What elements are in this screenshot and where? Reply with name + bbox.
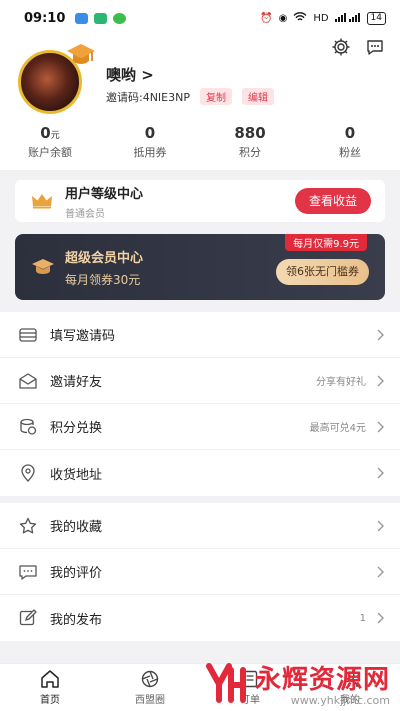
comment-icon xyxy=(18,562,38,582)
stat-value: 0 xyxy=(344,124,356,142)
stat-balance[interactable]: 0元 账户余额 xyxy=(0,124,100,160)
chevron-right-icon xyxy=(377,375,384,386)
location-icon xyxy=(18,463,38,483)
menu-item-invite-code[interactable]: 填写邀请码 xyxy=(0,312,400,358)
stat-label: 账户余额 xyxy=(28,146,72,159)
tab-label: 首页 xyxy=(40,694,60,706)
message-bubble-icon[interactable] xyxy=(364,36,386,58)
avatar[interactable] xyxy=(18,44,95,114)
card-icon xyxy=(18,325,38,345)
vip-price-badge: 每月仅需9.9元 xyxy=(285,234,367,251)
copy-button[interactable]: 复制 xyxy=(200,88,232,105)
stat-label: 粉丝 xyxy=(339,146,361,159)
claim-coupons-button[interactable]: 领6张无门槛券 xyxy=(276,259,369,285)
menu-item-points-exchange[interactable]: 积分兑换 最高可兑4元 xyxy=(0,404,400,450)
menu-label: 收货地址 xyxy=(50,467,103,483)
view-earnings-button[interactable]: 查看收益 xyxy=(294,188,371,214)
menu-group-account: 填写邀请码 邀请好友 分享有好礼 积分兑换 最高可兑4元 收货地址 xyxy=(0,312,400,496)
chevron-right-icon xyxy=(377,329,384,340)
watermark: 永辉资源网 www.yhkjjmc.com xyxy=(203,659,390,707)
message-notification-icon xyxy=(94,12,108,24)
battery-icon: 14 xyxy=(366,11,386,25)
menu-item-reviews[interactable]: 我的评价 xyxy=(0,549,400,595)
stat-points[interactable]: 880 积分 xyxy=(200,124,300,160)
menu-extra: 最高可兑4元 xyxy=(309,423,366,434)
menu-item-invite-friends[interactable]: 邀请好友 分享有好礼 xyxy=(0,358,400,404)
settings-gear-icon[interactable] xyxy=(330,36,352,58)
stat-value: 0 xyxy=(144,124,156,142)
chevron-right-icon xyxy=(377,566,384,577)
home-icon xyxy=(41,669,59,688)
menu-label: 积分兑换 xyxy=(50,421,103,436)
coins-icon xyxy=(18,417,38,437)
menu-extra: 1 xyxy=(359,612,366,624)
location-status-icon: ◉ xyxy=(278,12,288,24)
wifi-icon xyxy=(293,11,307,25)
level-subtitle: 普通会员 xyxy=(65,208,105,220)
menu-extra: 分享有好礼 xyxy=(316,377,366,388)
status-time: 09:10 xyxy=(24,10,66,26)
vip-subtitle: 每月领券30元 xyxy=(65,272,141,287)
chevron-right-icon xyxy=(377,467,384,479)
menu-label: 填写邀请码 xyxy=(50,329,116,344)
edit-button[interactable]: 编辑 xyxy=(242,88,274,105)
vip-title: 超级会员中心 xyxy=(65,250,144,266)
menu-item-my-posts[interactable]: 我的发布 1 xyxy=(0,595,400,641)
menu-item-shipping-address[interactable]: 收货地址 xyxy=(0,450,400,496)
app-notification-icon xyxy=(75,12,89,24)
stats-row: 0元 账户余额 0 抵用券 880 积分 0 粉丝 xyxy=(0,124,400,160)
menu-group-activity: 我的收藏 我的评价 我的发布 1 xyxy=(0,503,400,641)
level-title: 用户等级中心 xyxy=(65,186,144,202)
star-icon xyxy=(18,516,38,536)
menu-label: 我的评价 xyxy=(50,566,103,581)
menu-label: 邀请好友 xyxy=(50,375,103,390)
watermark-logo-icon xyxy=(205,663,246,703)
stat-value: 880 xyxy=(234,124,266,142)
stat-value: 0 xyxy=(40,124,51,142)
stat-coupons[interactable]: 0 抵用券 xyxy=(100,124,200,160)
stat-fans[interactable]: 0 粉丝 xyxy=(300,124,400,160)
crown-icon xyxy=(32,194,52,209)
super-vip-card[interactable]: 超级会员中心 每月领券30元 每月仅需9.9元 领6张无门槛券 xyxy=(15,234,385,300)
graduation-cap-icon xyxy=(67,44,95,64)
profile-header: 噢哟 > 邀请码:4NIE3NP 复制 编辑 0元 账户余额 0 抵用券 880… xyxy=(0,36,400,170)
tab-label: 西盟圈 xyxy=(135,694,165,706)
chevron-right-icon xyxy=(377,612,384,624)
tab-circle[interactable]: 西盟圈 xyxy=(100,664,200,711)
tab-home[interactable]: 首页 xyxy=(0,664,100,711)
user-name[interactable]: 噢哟 > xyxy=(106,64,154,85)
wechat-notification-icon xyxy=(113,12,127,24)
menu-label: 我的收藏 xyxy=(50,520,103,535)
chevron-right-icon xyxy=(377,520,384,531)
stat-label: 抵用券 xyxy=(133,146,167,159)
signal-icon xyxy=(334,12,361,25)
aperture-icon xyxy=(141,670,159,687)
stat-unit: 元 xyxy=(50,131,60,141)
menu-item-favorites[interactable]: 我的收藏 xyxy=(0,503,400,549)
network-label: HD xyxy=(313,12,329,24)
envelope-icon xyxy=(18,371,38,391)
chevron-right-icon xyxy=(377,421,384,432)
invite-code: 邀请码:4NIE3NP xyxy=(106,90,190,104)
edit-icon xyxy=(18,608,38,628)
watermark-text: 永辉资源网 xyxy=(254,665,390,695)
menu-label: 我的发布 xyxy=(50,612,103,628)
stat-label: 积分 xyxy=(239,146,261,159)
alarm-icon: ⏰ xyxy=(260,12,273,24)
status-bar: 09:10 ⏰ ◉ HD 14 xyxy=(0,0,400,36)
graduation-cap-icon xyxy=(32,259,54,274)
level-center-card[interactable]: 用户等级中心 普通会员 查看收益 xyxy=(15,180,385,222)
